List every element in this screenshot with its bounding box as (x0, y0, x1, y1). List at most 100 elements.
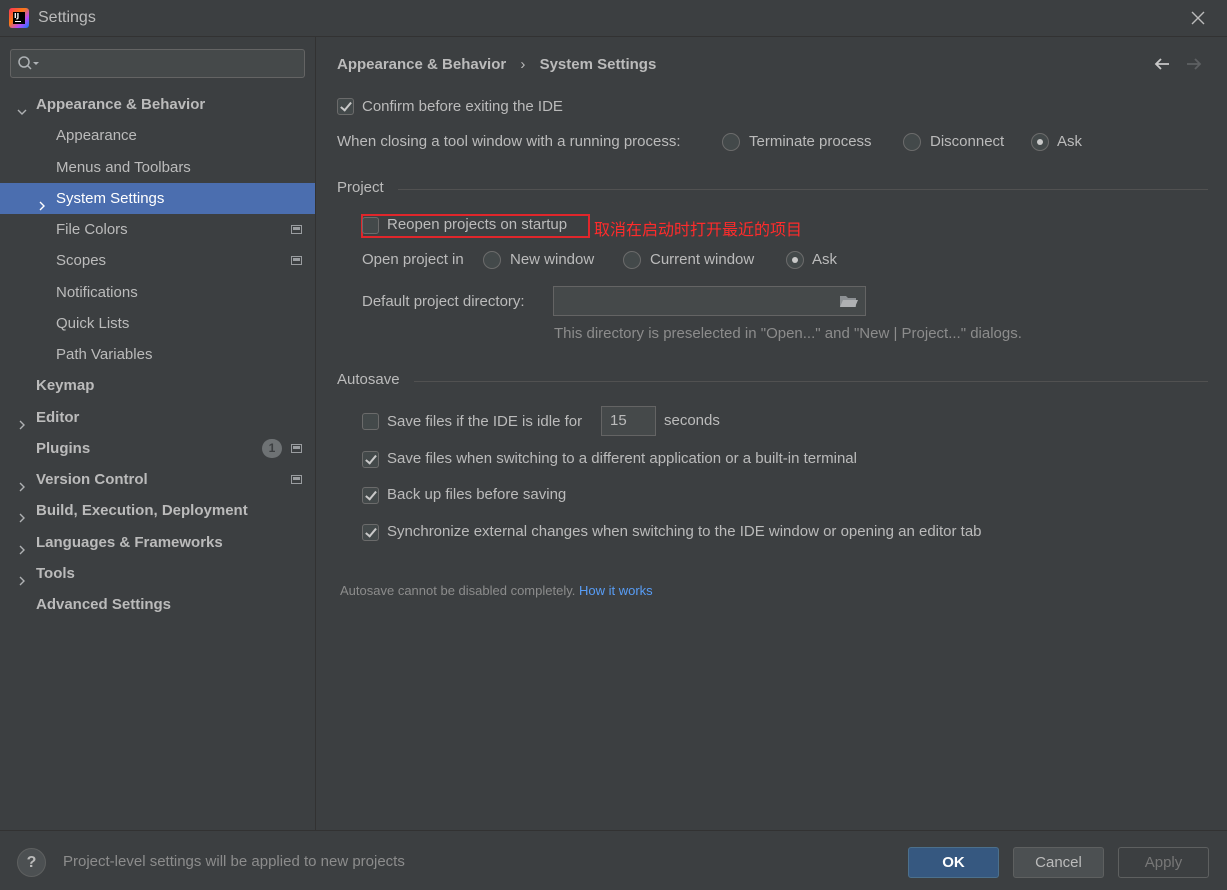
breadcrumb: Appearance & Behavior › System Settings (337, 56, 656, 73)
disconnect-radio[interactable] (903, 133, 921, 151)
idle-seconds-value: 15 (610, 412, 627, 429)
footer-message: Project-level settings will be applied t… (63, 853, 405, 870)
sidebar-item-appearance[interactable]: Appearance (0, 120, 315, 151)
project-level-icon (291, 475, 302, 484)
sidebar-item-label: Menus and Toolbars (56, 159, 191, 176)
ask-open-radio[interactable] (786, 251, 804, 269)
project-level-icon (291, 225, 302, 234)
plugins-update-badge: 1 (262, 439, 282, 458)
sidebar-item-label: Advanced Settings (36, 596, 172, 613)
ask-open-label: Ask (812, 251, 838, 268)
search-icon (17, 55, 41, 77)
dialog-footer: ? Project-level settings will be applied… (0, 830, 1227, 890)
autosave-note-text: Autosave cannot be disabled completely. (340, 583, 576, 598)
sidebar-item-label: Keymap (36, 377, 95, 394)
help-button[interactable]: ? (17, 848, 46, 877)
sidebar-item-version-control[interactable]: Version Control (0, 464, 315, 495)
search-input[interactable] (10, 49, 305, 78)
breadcrumb-current: System Settings (539, 56, 657, 73)
save-idle-label: Save files if the IDE is idle for (387, 413, 583, 430)
sidebar-item-path-variables[interactable]: Path Variables (0, 339, 315, 370)
synchronize-checkbox[interactable] (362, 524, 379, 541)
open-project-in-label: Open project in (362, 251, 464, 268)
disconnect-label: Disconnect (930, 133, 1005, 150)
ask-close-radio[interactable] (1031, 133, 1049, 151)
sidebar-item-label: Build, Execution, Deployment (36, 502, 248, 519)
sidebar-item-build-execution-deployment[interactable]: Build, Execution, Deployment (0, 495, 315, 526)
closing-tool-window-label: When closing a tool window with a runnin… (337, 133, 681, 150)
synchronize-label: Synchronize external changes when switch… (387, 523, 982, 540)
sidebar-item-scopes[interactable]: Scopes (0, 245, 315, 276)
sidebar-item-quick-lists[interactable]: Quick Lists (0, 308, 315, 339)
folder-icon[interactable] (839, 293, 859, 313)
save-idle-checkbox[interactable] (362, 413, 379, 430)
project-separator (398, 189, 1208, 190)
apply-button[interactable]: Apply (1118, 847, 1209, 878)
terminate-process-radio[interactable] (722, 133, 740, 151)
sidebar-item-label: Editor (36, 409, 80, 426)
reopen-projects-label: Reopen projects on startup (387, 216, 568, 233)
default-directory-label: Default project directory: (362, 293, 525, 310)
sidebar-item-label: Notifications (56, 284, 138, 301)
backup-files-checkbox[interactable] (362, 487, 379, 504)
autosave-note: Autosave cannot be disabled completely. … (340, 583, 653, 598)
idle-seconds-unit: seconds (664, 412, 720, 429)
sidebar-item-label: Version Control (36, 471, 148, 488)
autosave-separator (414, 381, 1208, 382)
settings-sidebar: Appearance & Behavior Appearance Menus a… (0, 37, 315, 830)
confirm-exit-label: Confirm before exiting the IDE (362, 98, 563, 115)
sidebar-item-tools[interactable]: Tools (0, 558, 315, 589)
reopen-projects-checkbox[interactable] (362, 217, 379, 234)
forward-arrow-icon (1184, 54, 1204, 78)
sidebar-item-languages-frameworks[interactable]: Languages & Frameworks (0, 527, 315, 558)
sidebar-item-label: Path Variables (56, 346, 153, 363)
sidebar-item-system-settings[interactable]: System Settings (0, 183, 315, 214)
new-window-label: New window (510, 251, 595, 268)
new-window-radio[interactable] (483, 251, 501, 269)
title-bar: IJ Settings (0, 0, 1227, 37)
annotation-text: 取消在启动时打开最近的项目 (594, 222, 803, 239)
sidebar-item-keymap[interactable]: Keymap (0, 370, 315, 401)
autosave-section-title: Autosave (337, 371, 400, 388)
sidebar-item-label: System Settings (56, 190, 165, 207)
intellij-idea-icon: IJ (9, 8, 29, 28)
sidebar-item-file-colors[interactable]: File Colors (0, 214, 315, 245)
sidebar-item-appearance-behavior[interactable]: Appearance & Behavior (0, 89, 315, 120)
how-it-works-link[interactable]: How it works (579, 583, 653, 598)
save-switching-label: Save files when switching to a different… (387, 450, 857, 467)
default-directory-field[interactable] (553, 286, 866, 316)
settings-content: Appearance & Behavior › System Settings … (315, 37, 1227, 830)
project-level-icon (291, 444, 302, 453)
confirm-exit-checkbox[interactable] (337, 98, 354, 115)
project-section-title: Project (337, 179, 384, 196)
sidebar-item-label: Tools (36, 565, 75, 582)
back-arrow-icon[interactable] (1152, 54, 1172, 78)
sidebar-item-label: Quick Lists (56, 315, 130, 332)
sidebar-item-plugins[interactable]: Plugins 1 (0, 433, 315, 464)
project-level-icon (291, 256, 302, 265)
idle-seconds-input[interactable]: 15 (601, 406, 656, 436)
breadcrumb-parent[interactable]: Appearance & Behavior (337, 56, 506, 73)
sidebar-item-label: Appearance & Behavior (36, 96, 206, 113)
default-directory-hint: This directory is preselected in "Open..… (554, 325, 1022, 342)
sidebar-item-label: Languages & Frameworks (36, 534, 223, 551)
sidebar-item-notifications[interactable]: Notifications (0, 277, 315, 308)
current-window-radio[interactable] (623, 251, 641, 269)
ok-button[interactable]: OK (908, 847, 999, 878)
current-window-label: Current window (650, 251, 755, 268)
sidebar-item-label: Scopes (56, 252, 107, 269)
backup-files-label: Back up files before saving (387, 486, 567, 503)
sidebar-item-menus-toolbars[interactable]: Menus and Toolbars (0, 152, 315, 183)
sidebar-item-editor[interactable]: Editor (0, 402, 315, 433)
sidebar-item-label: File Colors (56, 221, 128, 238)
cancel-button[interactable]: Cancel (1013, 847, 1104, 878)
sidebar-item-label: Appearance (56, 127, 137, 144)
breadcrumb-separator: › (520, 56, 526, 73)
sidebar-item-advanced-settings[interactable]: Advanced Settings (0, 589, 315, 620)
ask-close-label: Ask (1057, 133, 1083, 150)
save-switching-checkbox[interactable] (362, 451, 379, 468)
window-title: Settings (38, 9, 96, 26)
sidebar-item-label: Plugins (36, 440, 91, 457)
terminate-process-label: Terminate process (749, 133, 872, 150)
close-icon[interactable] (1186, 6, 1210, 30)
